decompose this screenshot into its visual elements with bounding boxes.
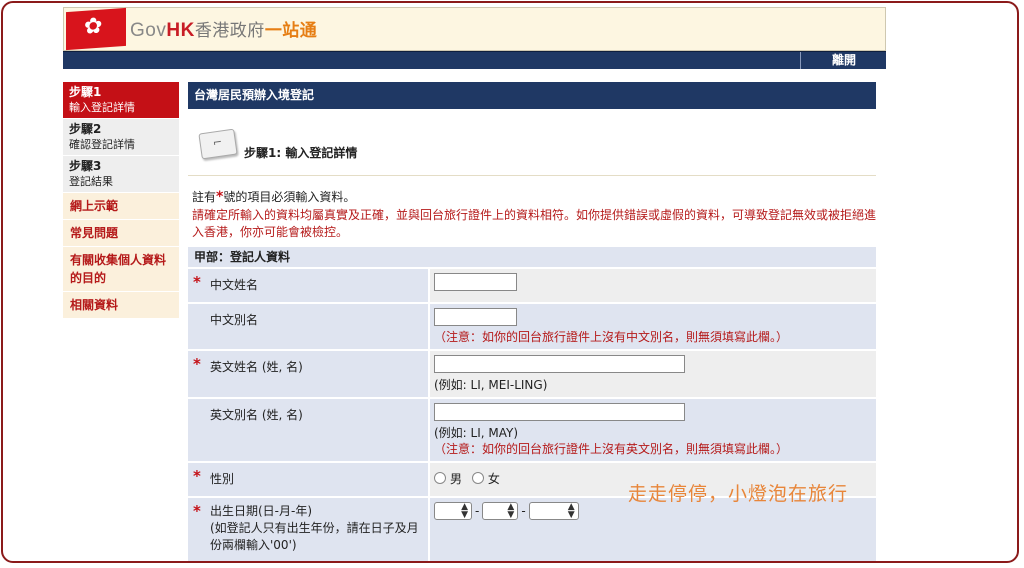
required-note: 註有*號的項目必須輸入資料。 [188,188,876,205]
hk-flag-logo: ✿ [66,7,126,51]
sidebar-step-2: 步驟2 確認登記詳情 [63,119,179,156]
logo-zh-text: 香港政府 [194,21,265,40]
label-cell: * 中文姓名 [188,269,428,302]
gender-male-radio[interactable] [434,472,446,484]
dob-year-select[interactable]: ▲ ▼ [528,502,579,520]
label-cell: * 性別 [188,463,428,496]
form-card-icon: ⌐ [198,128,238,160]
required-asterisk: * [193,273,201,291]
value-cell: ▲ ▼ - ▲ ▼ - ▲ ▼ [428,498,876,561]
value-cell: (例如: LI, MEI-LING) [428,351,876,397]
label-cell: * 英文姓名 (姓, 名) [188,351,428,397]
required-asterisk: * [193,467,201,485]
row-english-alias: 英文別名 (姓, 名) (例如: LI, MAY) （注意：如你的回台旅行證件上… [188,397,876,461]
row-english-name: * 英文姓名 (姓, 名) (例如: LI, MEI-LING) [188,349,876,397]
step-title: 步驟3 [69,159,102,173]
label-cell: 中文別名 [188,304,428,349]
sidebar-link-demo[interactable]: 網上示範 [63,193,179,220]
row-chinese-alias: 中文別名 （注意：如你的回台旅行證件上沒有中文別名，則無須填寫此欄。） [188,302,876,349]
section-title: 甲部：登記人資料 [188,247,876,267]
screenshot-frame: ✿ GovHK香港政府一站通 離開 步驟1 輸入登記詳情 步驟2 確認登記詳情 … [1,1,1019,563]
chinese-name-input[interactable] [434,273,517,291]
dob-sublabel: (如登記人只有出生年份，請在日子及月份兩欄輸入'00') [210,521,419,552]
note-prefix: 註有 [192,190,217,204]
warning-text: 請確定所輸入的資料均屬真實及正確，並與回台旅行證件上的資料相符。如你提供錯誤或虛… [192,208,877,239]
chinese-alias-note: （注意：如你的回台旅行證件上沒有中文別名，則無須填寫此欄。） [434,330,789,344]
value-cell: （注意：如你的回台旅行證件上沒有中文別名，則無須填寫此欄。） [428,304,876,349]
chinese-alias-label: 中文別名 [210,313,259,327]
page-title: 台灣居民預辦入境登記 [188,82,876,109]
value-cell: (例如: LI, MAY) （注意：如你的回台旅行證件上沒有英文別名，則無須填寫… [428,399,876,461]
logout-link[interactable]: 離開 [800,52,886,69]
english-name-example: (例如: LI, MEI-LING) [434,378,548,392]
english-alias-example: (例如: LI, MAY) [434,426,519,440]
bauhinia-icon: ✿ [84,13,103,40]
english-name-input[interactable] [434,355,685,373]
govhk-header: ✿ GovHK香港政府一站通 [63,7,886,51]
step-subtitle: 輸入登記詳情 [69,101,135,114]
row-chinese-name: * 中文姓名 [188,267,876,302]
logo-hk-text: HK [166,20,195,41]
step-subtitle: 確認登記詳情 [69,138,135,151]
english-name-label: 英文姓名 (姓, 名) [210,360,303,374]
english-alias-note: （注意：如你的回台旅行證件上沒有英文別名，則無須填寫此欄。） [434,442,789,456]
sidebar-link-related[interactable]: 相關資料 [63,292,179,319]
sidebar-link-privacy[interactable]: 有關收集個人資料的目的 [63,247,179,292]
sidebar-step-1: 步驟1 輸入登記詳情 [63,82,179,119]
dob-day-select[interactable]: ▲ ▼ [434,502,472,520]
required-asterisk: * [193,355,201,373]
gender-male-label: 男 [450,472,463,486]
step-subtitle: 登記結果 [69,175,113,188]
value-cell [428,269,876,302]
required-asterisk: * [193,502,201,520]
gender-female-radio[interactable] [471,472,484,484]
gender-female-label: 女 [487,472,500,486]
label-cell: * 出生日期(日-月-年) (如登記人只有出生年份，請在日子及月份兩欄輸入'00… [188,498,428,561]
dob-month-select[interactable]: ▲ ▼ [482,502,519,520]
sidebar-link-faq[interactable]: 常見問題 [63,220,179,247]
english-alias-input[interactable] [434,403,685,421]
gender-label: 性別 [210,472,235,486]
logo-onestop-text: 一站通 [264,21,318,40]
logo-gov-text: Gov [130,20,167,41]
step-title: 步驟2 [69,122,102,136]
chinese-name-label: 中文姓名 [210,278,259,292]
blog-watermark: 走走停停，小燈泡在旅行 [628,483,849,505]
chinese-alias-input[interactable] [434,308,517,326]
step-label: 步驟1: 輸入登記詳情 [244,146,358,160]
step-header: ⌐ 步驟1: 輸入登記詳情 [188,109,876,176]
english-alias-label: 英文別名 (姓, 名) [210,408,303,422]
sidebar: 步驟1 輸入登記詳情 步驟2 確認登記詳情 步驟3 登記結果 網上示範 常見問題… [63,82,179,319]
step-title: 步驟1 [69,85,102,99]
top-nav-bar: 離開 [63,51,886,69]
label-cell: 英文別名 (姓, 名) [188,399,428,461]
sidebar-step-3: 步驟3 登記結果 [63,156,179,193]
govhk-logo[interactable]: GovHK香港政府一站通 [130,16,317,42]
dob-label: 出生日期(日-月-年) [210,504,313,518]
note-suffix: 號的項目必須輸入資料。 [223,190,356,204]
